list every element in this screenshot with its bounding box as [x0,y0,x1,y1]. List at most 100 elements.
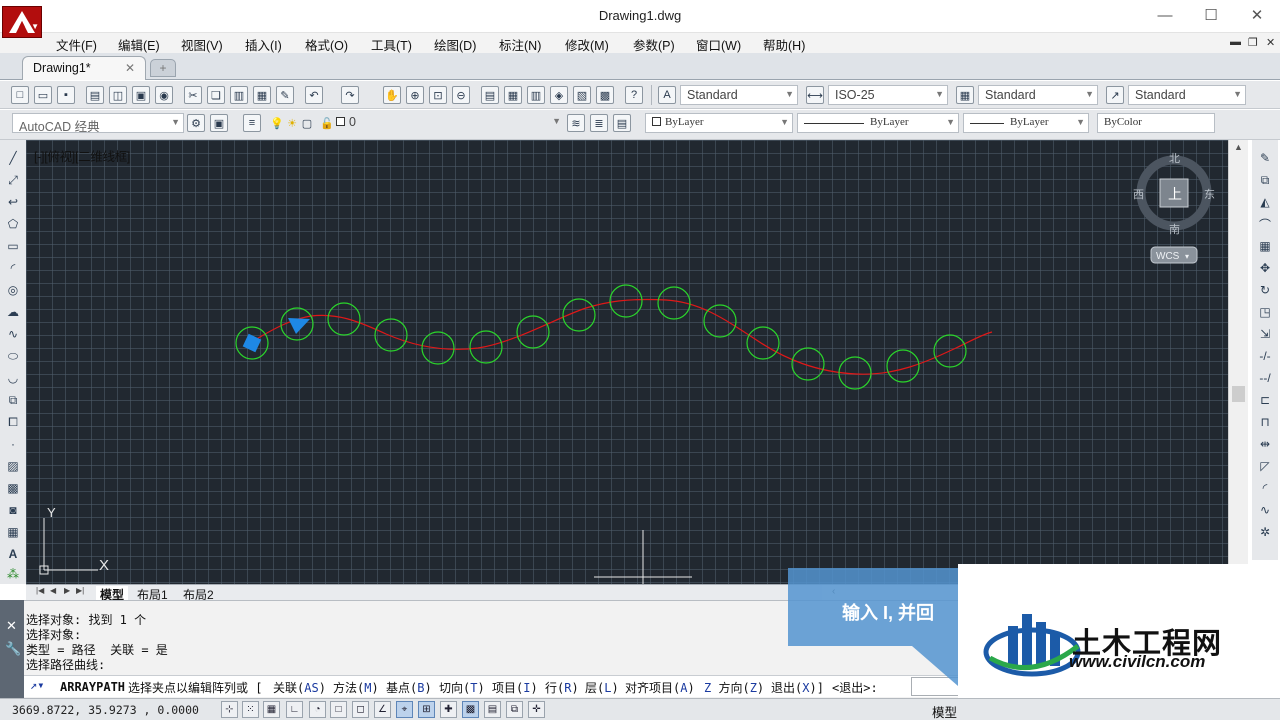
scale-icon[interactable]: ◳ [1257,304,1273,320]
tool-palettes-icon[interactable]: ▥ [527,86,545,104]
menu-help[interactable]: 帮助(H) [763,35,805,54]
menu-dimension[interactable]: 标注(N) [499,35,541,54]
option-method[interactable]: 方法(M) [333,679,379,696]
viewcube[interactable]: 上 北 南 西 东 WCS ▾ [1133,152,1215,264]
chamfer-icon[interactable]: ◸ [1257,458,1273,474]
array-item[interactable] [516,315,550,349]
make-block-icon[interactable]: ⧠ [5,414,21,430]
menu-insert[interactable]: 插入(I) [245,35,282,54]
workspace-select[interactable]: AutoCAD 经典 ▼ [12,113,184,133]
undo-icon[interactable]: ↶ [305,86,323,104]
menu-parametric[interactable]: 参数(P) [633,35,675,54]
region-icon[interactable]: ◙ [5,502,21,518]
first-layout-icon[interactable]: |◀ [36,586,44,595]
offset-icon[interactable]: ⌒ [1257,216,1273,232]
option-exit[interactable]: 退出(X)] [771,679,824,696]
copy-object-icon[interactable]: ⧉ [1257,172,1273,188]
polar-tracking-icon[interactable]: ◔ [309,701,326,718]
trim-icon[interactable]: -/- [1257,348,1273,364]
print-preview-icon[interactable]: ◫ [109,86,127,104]
menu-modify[interactable]: 修改(M) [565,35,609,54]
vertical-scrollbar[interactable]: ▲ [1228,140,1248,584]
quick-properties-icon[interactable]: ▤ [484,701,501,718]
selection-cycling-icon[interactable]: ⧉ [506,701,523,718]
scroll-thumb[interactable] [1232,386,1245,402]
drawing-area[interactable]: [-][俯视][二维线框] Y X 上 北 南 西 东 WCS ▾ [26,140,1228,584]
markup-icon[interactable]: ▧ [573,86,591,104]
publish-icon[interactable]: ▣ [132,86,150,104]
zoom-realtime-icon[interactable]: ⊕ [406,86,424,104]
table-icon[interactable]: ▦ [5,524,21,540]
array-item[interactable] [703,304,737,338]
array-item[interactable] [746,326,780,360]
multileader-style-icon[interactable]: ↗ [1106,86,1124,104]
layer-state-icon[interactable]: ▤ [613,114,631,132]
viewcube-west[interactable]: 西 [1133,188,1144,201]
construction-line-icon[interactable]: ⤢ [5,172,21,188]
last-layout-icon[interactable]: ▶| [76,586,84,595]
menu-file[interactable]: 文件(F) [56,35,97,54]
menu-draw[interactable]: 绘图(D) [434,35,476,54]
redo-icon[interactable]: ↷ [341,86,359,104]
layer-select[interactable]: 0 ▼ [330,113,564,133]
base-grip-icon[interactable] [242,333,262,353]
spline-icon[interactable]: ∿ [5,326,21,342]
paste-icon[interactable]: ▥ [230,86,248,104]
object-snap-icon[interactable]: □ [330,701,347,718]
gradient-icon[interactable]: ▩ [5,480,21,496]
array-item[interactable] [327,302,361,336]
polygon-icon[interactable]: ⬠ [5,216,21,232]
ellipse-arc-icon[interactable]: ◡ [5,370,21,386]
object-snap-tracking-icon[interactable]: ∠ [374,701,391,718]
save-icon[interactable]: ▪ [57,86,75,104]
option-associative[interactable]: 关联(AS) [273,679,326,696]
mirror-icon[interactable]: ◭ [1257,194,1273,210]
array-icon[interactable]: ▦ [1257,238,1273,254]
sheet-set-icon[interactable]: ◈ [550,86,568,104]
viewcube-south[interactable]: 南 [1169,223,1180,236]
gear-icon[interactable]: ⚙ [187,114,205,132]
stretch-icon[interactable]: ⇲ [1257,326,1273,342]
erase-icon[interactable]: ✎ [1257,150,1273,166]
workspace-settings-icon[interactable]: ▣ [210,114,228,132]
rotate-icon[interactable]: ↻ [1257,282,1273,298]
explode-icon[interactable]: ✲ [1257,524,1273,540]
zoom-previous-icon[interactable]: ⊖ [452,86,470,104]
menu-window[interactable]: 窗口(W) [696,35,741,54]
close-icon[interactable]: ✕ [125,61,135,75]
array-item[interactable] [791,347,825,381]
dynamic-input-icon[interactable]: ⊞ [418,701,435,718]
zoom-window-icon[interactable]: ⊡ [429,86,447,104]
option-tangent[interactable]: 切向(T) [439,679,485,696]
new-tab-button[interactable]: + [150,59,176,77]
calculator-icon[interactable]: ▩ [596,86,614,104]
minimize-button[interactable]: — [1142,4,1188,26]
option-rows[interactable]: 行(R) [545,679,579,696]
cut-icon[interactable]: ✂ [184,86,202,104]
doc-close-button[interactable]: ✕ [1266,36,1275,49]
option-items[interactable]: 项目(I) [492,679,538,696]
ortho-mode-icon[interactable]: ∟ [286,701,303,718]
copy-icon[interactable]: ❏ [207,86,225,104]
option-basepoint[interactable]: 基点(B) [386,679,432,696]
scroll-up-icon[interactable]: ▲ [1234,142,1243,152]
doc-restore-button[interactable]: ❐ [1248,36,1258,49]
infer-constraints-icon[interactable]: ⊹ [221,701,238,718]
table-style-select[interactable]: Standard ▼ [978,85,1098,105]
menu-tools[interactable]: 工具(T) [371,35,412,54]
text-style-select[interactable]: Standard ▼ [680,85,798,105]
insert-block-icon[interactable]: ⧉ [5,392,21,408]
hatch-icon[interactable]: ▨ [5,458,21,474]
rectangle-icon[interactable]: ▭ [5,238,21,254]
layer-previous-icon[interactable]: ≣ [590,114,608,132]
array-item[interactable] [374,318,408,352]
dim-style-select[interactable]: ISO-25 ▼ [828,85,948,105]
pan-icon[interactable]: ✋ [383,86,401,104]
viewport-icon[interactable]: ▢ [298,114,316,132]
plotstyle-select[interactable]: ByColor [1097,113,1215,133]
3d-object-snap-icon[interactable]: ◻ [352,701,369,718]
transparency-icon[interactable]: ▩ [462,701,479,718]
menu-view[interactable]: 视图(V) [181,35,223,54]
doc-minimize-button[interactable]: ▬ [1230,36,1241,48]
fillet-icon[interactable]: ◜ [1257,480,1273,496]
